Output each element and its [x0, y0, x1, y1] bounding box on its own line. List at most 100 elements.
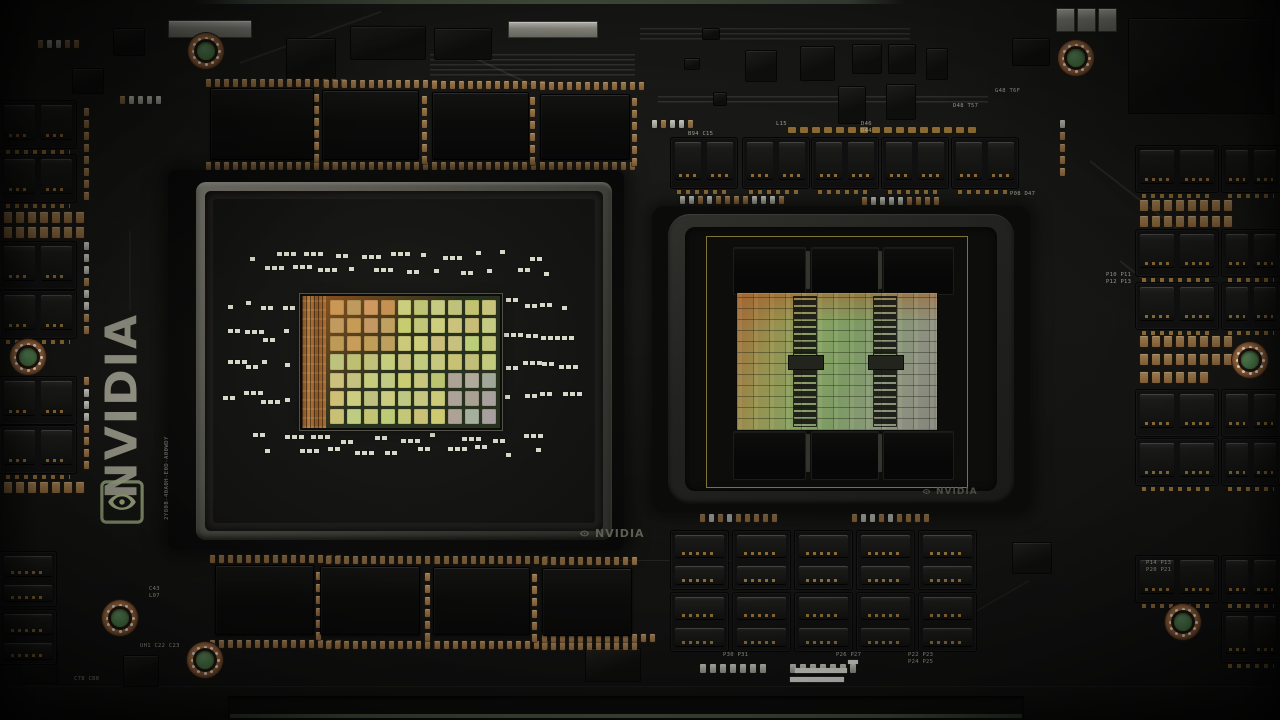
decoupling-capacitor [415, 439, 420, 443]
capacitor [333, 162, 338, 170]
cpu-core-tile [414, 354, 428, 369]
power-inductor-block [1222, 283, 1280, 329]
decoupling-capacitor [468, 271, 473, 275]
capacitor [459, 162, 464, 170]
capacitor [916, 197, 921, 205]
capacitor [425, 573, 430, 581]
decoupling-capacitor [405, 252, 410, 256]
capacitor [1176, 354, 1184, 365]
silkscreen-label: P12 P13 [1106, 279, 1131, 285]
solder-pad-row [677, 190, 731, 194]
capacitor [1200, 354, 1208, 365]
decoupling-capacitor [235, 360, 240, 364]
decoupling-capacitor [500, 439, 505, 443]
decoupling-capacitor [314, 449, 319, 453]
capacitor [264, 555, 269, 563]
capacitor [444, 556, 449, 564]
power-inductor-block [0, 291, 76, 338]
inductor-cell [923, 535, 972, 558]
via-dot [1170, 627, 1173, 630]
capacitor [621, 162, 626, 170]
capacitor [40, 482, 48, 493]
capacitor [84, 461, 89, 469]
cpu-core-tile [448, 373, 462, 388]
cpu-core-tile [347, 391, 361, 406]
decoupling-capacitor [258, 391, 263, 395]
capacitor [1164, 354, 1172, 365]
capacitor [52, 212, 60, 223]
capacitor [750, 664, 756, 673]
capacitor [389, 641, 394, 649]
via-dot [1195, 621, 1198, 624]
capacitor [260, 79, 265, 87]
capacitor [760, 664, 766, 673]
capacitor [468, 162, 473, 170]
decoupling-capacitor [245, 330, 250, 334]
silkscreen-bar [848, 660, 858, 664]
memory-chip [322, 90, 419, 160]
cpu-core-tile [330, 373, 344, 388]
capacitor [1152, 216, 1160, 227]
capacitor [522, 81, 527, 89]
capacitor [326, 641, 331, 649]
decoupling-capacitor [533, 334, 538, 338]
capacitor [296, 162, 301, 170]
capacitor [870, 514, 875, 522]
inductor-cell [675, 628, 724, 647]
capacitor [84, 413, 89, 421]
capacitor [369, 162, 374, 170]
decoupling-capacitor [382, 436, 387, 440]
decoupling-capacitor [328, 447, 333, 451]
power-inductor-block [857, 593, 914, 651]
capacitor [498, 641, 503, 649]
hbm-spacer-tab [878, 251, 882, 289]
cpu-core-tile [347, 354, 361, 369]
silkscreen-label: P22 P23 [908, 652, 933, 658]
capacitor [530, 133, 535, 141]
capacitor [16, 227, 24, 238]
board-edge-line [230, 714, 1022, 718]
capacitor [28, 212, 36, 223]
inductor-cell [675, 597, 724, 620]
capacitor [710, 664, 716, 673]
via-dot [112, 605, 115, 608]
via-dot [1260, 365, 1263, 368]
via-dot [1175, 632, 1178, 635]
via-dot [38, 349, 41, 352]
power-inductor-block [919, 531, 976, 589]
capacitor [1060, 168, 1065, 176]
via-dot [1237, 365, 1240, 368]
cpu-core-tile [330, 354, 344, 369]
decoupling-capacitor [562, 306, 567, 310]
inductor-cell [4, 159, 35, 194]
capacitor [84, 108, 89, 116]
pcb-board: NVIDIA NVIDIA NVIDIA 2Y80B-40A0H-E0D-A00… [0, 0, 1280, 720]
power-inductor-block [0, 426, 76, 473]
via-dot [106, 617, 109, 620]
cpu-core-tile [414, 318, 428, 333]
board-edge-top [192, 0, 906, 4]
cpu-core-tile [465, 300, 479, 315]
via-dot [197, 647, 200, 650]
via-dot [216, 43, 219, 46]
inductor-cell [747, 142, 773, 180]
inductor-cell [988, 142, 1014, 180]
capacitor [632, 634, 637, 642]
decoupling-capacitor [223, 396, 228, 400]
inductor-cell [1254, 394, 1276, 428]
capacitor [761, 196, 766, 204]
cpu-core-tile [347, 373, 361, 388]
inductor-cell [861, 597, 910, 620]
decoupling-capacitor [493, 439, 498, 443]
capacitor [567, 82, 572, 90]
via-dot [211, 38, 214, 41]
via-dot [197, 670, 200, 673]
inductor-cell [1226, 287, 1248, 321]
capacitor [716, 196, 721, 204]
inductor-cell [861, 628, 910, 647]
capacitor [531, 81, 536, 89]
capacitor [318, 640, 323, 648]
power-inductor-block [1222, 390, 1280, 436]
capacitor [300, 640, 305, 648]
decoupling-capacitor [362, 255, 367, 259]
